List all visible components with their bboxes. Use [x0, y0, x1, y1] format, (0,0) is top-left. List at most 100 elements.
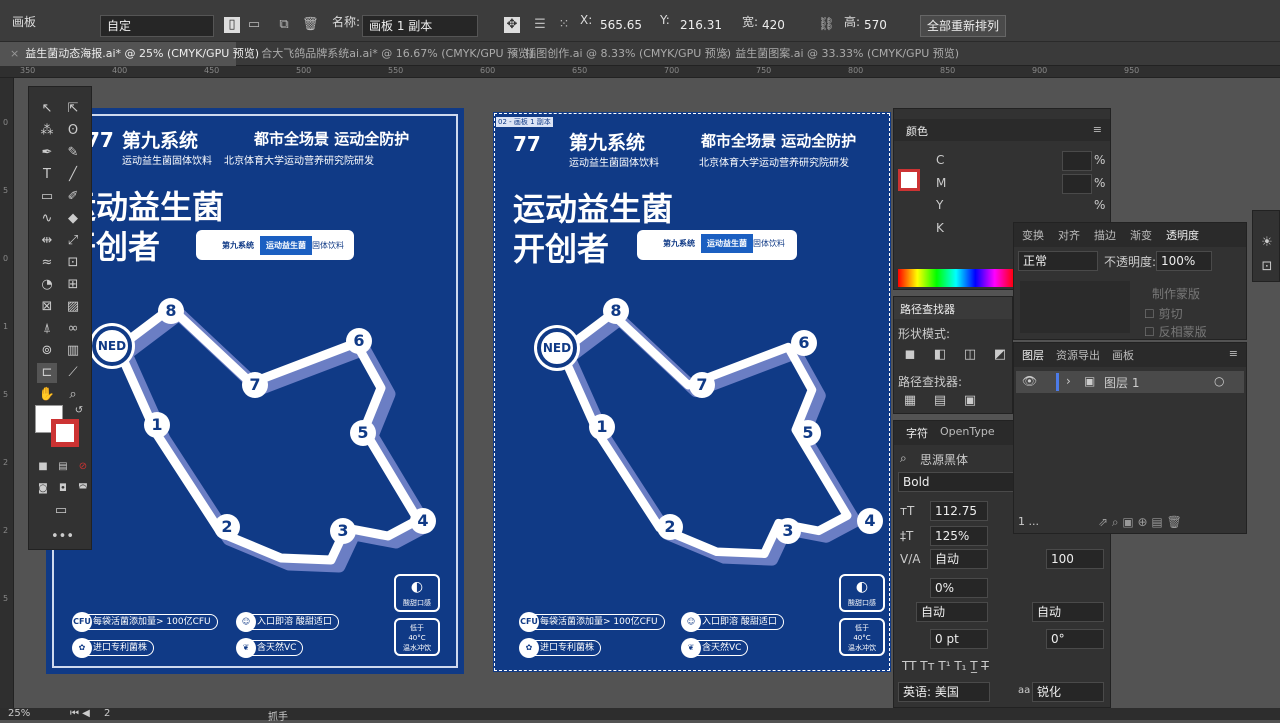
font-family-input[interactable]: 思源黑体 — [920, 451, 968, 468]
selection-tool-icon[interactable]: ↖ — [37, 99, 57, 119]
delete-artboard-icon[interactable]: 🗑 — [302, 17, 319, 33]
slice-tool-icon[interactable]: ⟋ — [63, 363, 83, 383]
tsume-input[interactable]: 0% — [930, 578, 988, 598]
hand-tool-icon[interactable]: ✋ — [37, 385, 57, 405]
color-mode-icon[interactable]: ■ — [33, 457, 53, 477]
graph-tool-icon[interactable]: ▥ — [63, 341, 83, 361]
perspective-tool-icon[interactable]: ⊞ — [63, 275, 83, 295]
unite-icon[interactable]: ◼ — [900, 345, 920, 365]
m-input[interactable] — [1062, 174, 1092, 194]
rotation-input[interactable]: 0° — [1046, 629, 1104, 649]
expand-icon[interactable]: › — [1066, 374, 1071, 388]
target-icon[interactable]: ○ — [1214, 374, 1224, 388]
tab-character[interactable]: 字符 — [906, 425, 928, 441]
curvature-tool-icon[interactable]: ✎ — [63, 143, 83, 163]
tab-poster[interactable]: × 益生菌动态海报.ai* @ 25% (CMYK/GPU 预览) — [0, 42, 259, 66]
tab-opentype[interactable]: OpenType — [940, 425, 995, 438]
graphic-styles-icon[interactable]: ⊡ — [1257, 257, 1277, 277]
tab-illustration[interactable]: × 插图创作.ai @ 8.33% (CMYK/GPU 预览) — [500, 42, 731, 66]
direct-selection-tool-icon[interactable]: ⇱ — [63, 99, 83, 119]
magic-wand-tool-icon[interactable]: ⁂ — [37, 121, 57, 141]
tab-transparency[interactable]: 透明度 — [1166, 227, 1199, 243]
kerning-input[interactable]: 自动 — [930, 549, 988, 569]
reference-point-icon[interactable]: ⁙ — [556, 17, 572, 33]
gradient-mode-icon[interactable]: ▤ — [53, 457, 73, 477]
none-mode-icon[interactable]: ⊘ — [73, 457, 93, 477]
layer-name[interactable]: 图层 1 — [1104, 374, 1139, 391]
link-icon[interactable]: ⛓ — [818, 17, 835, 33]
merge-icon[interactable]: ▣ — [960, 391, 980, 411]
clip-checkbox[interactable]: ☐ 剪切 — [1144, 305, 1183, 322]
color-spectrum[interactable] — [898, 269, 1014, 287]
tab-gradient[interactable]: 渐变 — [1130, 227, 1152, 243]
language-select[interactable]: 英语: 美国 — [898, 682, 990, 702]
eyedropper-tool-icon[interactable]: ⍋ — [37, 319, 57, 339]
panel-menu-icon[interactable]: ≡ — [1093, 123, 1102, 136]
c-input[interactable] — [1062, 151, 1092, 171]
reflect-tool-icon[interactable]: ⇹ — [37, 231, 57, 251]
blend-mode-select[interactable]: 正常 — [1018, 251, 1098, 271]
artboard-options-icon[interactable]: ☰ — [532, 17, 548, 33]
tab-layers[interactable]: 图层 — [1022, 347, 1044, 363]
name-input[interactable]: 画板 1 副本 — [362, 15, 478, 37]
new-artboard-icon[interactable]: ⧉ — [276, 17, 292, 33]
symbol-sprayer-tool-icon[interactable]: ⊚ — [37, 341, 57, 361]
aki-right-select[interactable]: 自动 — [1032, 602, 1104, 622]
width-input[interactable]: 420 mm — [756, 15, 812, 52]
tab-transform[interactable]: 变换 — [1022, 227, 1044, 243]
aki-left-select[interactable]: 自动 — [916, 602, 988, 622]
nav-prev-icons[interactable]: ⏮ ◀ — [70, 708, 90, 719]
trim-icon[interactable]: ▤ — [930, 391, 950, 411]
blend-tool-icon[interactable]: ∞ — [63, 319, 83, 339]
zoom-level[interactable]: 25% — [8, 708, 30, 719]
scale-tool-icon[interactable]: ⤢ — [63, 231, 83, 251]
y-input[interactable]: 216.31 m — [674, 15, 736, 52]
artboard-number[interactable]: 2 — [104, 708, 110, 719]
artboard-2[interactable]: 02 - 画板 1 副本 77 第九系统 运动益生菌固体饮料 都市全场景 运动全… — [493, 112, 891, 672]
close-icon[interactable]: × — [510, 47, 519, 60]
free-transform-tool-icon[interactable]: ⊡ — [63, 253, 83, 273]
tab-asset-export[interactable]: 资源导出 — [1056, 347, 1100, 363]
gradient-tool-icon[interactable]: ▨ — [63, 297, 83, 317]
opacity-input[interactable]: 100% — [1156, 251, 1212, 271]
move-with-artboard-icon[interactable]: ✥ — [504, 17, 520, 33]
warp-tool-icon[interactable]: ≈ — [37, 253, 57, 273]
leading-input[interactable]: 125% — [930, 526, 988, 546]
artboard-1[interactable]: 77 第九系统 运动益生菌固体饮料 都市全场景 运动全防护 北京体育大学运动营养… — [46, 108, 464, 674]
close-icon[interactable]: × — [10, 47, 19, 60]
height-input[interactable]: 570 mm — [858, 15, 914, 52]
shaper-tool-icon[interactable]: ∿ — [37, 209, 57, 229]
draw-behind-icon[interactable]: ◘ — [53, 479, 73, 499]
eye-icon[interactable]: 👁 — [1022, 374, 1037, 388]
close-icon[interactable]: × — [720, 47, 729, 60]
panel-menu-icon[interactable]: ≡ — [1229, 347, 1238, 360]
draw-normal-icon[interactable]: ◙ — [33, 479, 53, 499]
rectangle-tool-icon[interactable]: ▭ — [37, 187, 57, 207]
close-icon[interactable]: × — [246, 47, 255, 60]
line-tool-icon[interactable]: ╱ — [63, 165, 83, 185]
layer-actions-icons[interactable]: ⇗ ⌕ ▣ ⊕ ▤ 🗑 — [1098, 515, 1182, 530]
lasso-tool-icon[interactable]: ʘ — [63, 121, 83, 141]
fill-stroke-icon[interactable] — [898, 169, 920, 191]
preset-select[interactable]: 自定 — [100, 15, 214, 37]
invert-checkbox[interactable]: ☐ 反相蒙版 — [1144, 323, 1207, 340]
swap-colors-icon[interactable]: ↺ — [69, 401, 89, 421]
rearrange-all-button[interactable]: 全部重新排列 — [920, 15, 1006, 37]
more-tools-icon[interactable]: ••• — [51, 527, 74, 547]
tab-stroke[interactable]: 描边 — [1094, 227, 1116, 243]
divide-icon[interactable]: ▦ — [900, 391, 920, 411]
make-mask-button[interactable]: 制作蒙版 — [1152, 285, 1200, 302]
tab-pattern[interactable]: × 益生菌图案.ai @ 33.33% (CMYK/GPU 预览) — [710, 42, 959, 66]
appearance-icon[interactable]: ☀ — [1257, 233, 1277, 253]
text-style-icons[interactable]: TT Tт T¹ T₁ T̲ T̶ — [902, 659, 989, 673]
tracking-input[interactable]: 100 — [1046, 549, 1104, 569]
anti-alias-select[interactable]: 锐化 — [1032, 682, 1104, 702]
portrait-icon[interactable]: ▯ — [224, 17, 240, 33]
font-style-select[interactable]: Bold — [898, 472, 1018, 492]
tab-artboards[interactable]: 画板 — [1112, 347, 1134, 363]
x-input[interactable]: 565.65 m — [594, 15, 654, 52]
minus-front-icon[interactable]: ◧ — [930, 345, 950, 365]
mesh-tool-icon[interactable]: ⊠ — [37, 297, 57, 317]
tab-brand[interactable]: × 合大飞鸽品牌系统ai.ai* @ 16.67% (CMYK/GPU 预览) — [236, 42, 533, 66]
stroke-swatch[interactable] — [51, 419, 79, 447]
